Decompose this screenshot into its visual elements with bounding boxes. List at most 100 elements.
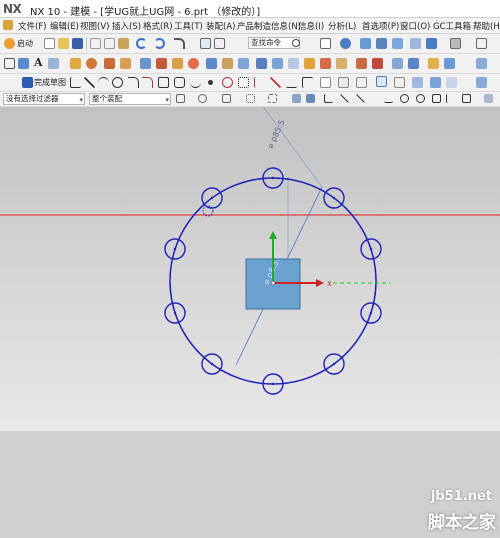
quick-trim-icon[interactable] <box>270 77 281 88</box>
auto-constrain-icon[interactable] <box>356 77 367 88</box>
datum-plane-icon[interactable] <box>48 58 59 69</box>
intersect-icon[interactable] <box>238 58 249 69</box>
orient-sketch-icon[interactable] <box>430 77 441 88</box>
paste-icon[interactable] <box>118 38 129 49</box>
circle-icon[interactable] <box>112 77 123 88</box>
edge-blend-icon[interactable] <box>256 58 267 69</box>
cut-icon[interactable] <box>90 38 101 49</box>
mirror-icon[interactable] <box>320 58 331 69</box>
search-icon[interactable] <box>292 39 300 47</box>
mirror-curve-icon[interactable] <box>254 77 265 88</box>
start-button[interactable]: 启动 <box>17 38 33 49</box>
fillet-icon[interactable] <box>128 77 139 88</box>
quadrant-point-icon[interactable] <box>416 94 425 103</box>
intersection-point-icon[interactable] <box>384 94 393 103</box>
orient-view-icon[interactable] <box>340 38 351 49</box>
menu-edit[interactable]: 编辑(E) <box>50 20 79 32</box>
end-point-icon[interactable] <box>324 94 333 103</box>
point-icon[interactable] <box>208 80 213 85</box>
offset-face-icon[interactable] <box>372 58 383 69</box>
edge-display-icon[interactable] <box>392 38 403 49</box>
select-all-icon[interactable] <box>176 94 185 103</box>
unite-icon[interactable] <box>206 58 217 69</box>
rectangle-icon[interactable] <box>158 77 169 88</box>
line-icon[interactable] <box>84 77 95 88</box>
move-face-icon[interactable] <box>408 58 419 69</box>
display-constraints-icon[interactable] <box>376 76 387 87</box>
text-tool-icon[interactable]: A <box>34 56 43 69</box>
reattach-icon[interactable] <box>446 77 457 88</box>
undo-icon[interactable] <box>136 38 147 49</box>
shaded-icon[interactable] <box>376 38 387 49</box>
measure-icon[interactable] <box>428 58 439 69</box>
menu-file[interactable]: 文件(F) <box>18 20 47 32</box>
new-file-icon[interactable] <box>44 38 55 49</box>
trim-body-icon[interactable] <box>288 58 299 69</box>
switch-window-icon[interactable] <box>214 38 225 49</box>
menu-format[interactable]: 格式(R) <box>143 20 173 32</box>
block-icon[interactable] <box>140 58 151 69</box>
redo-icon[interactable] <box>154 38 165 49</box>
menu-pmi[interactable]: 产品制造信息(N) <box>237 20 301 32</box>
selection-filter-dropdown[interactable]: 没有选择过滤器 ▾ <box>3 93 85 105</box>
fit-view-icon[interactable] <box>320 38 331 49</box>
profile-icon[interactable] <box>70 77 81 88</box>
arc-icon[interactable] <box>98 77 109 88</box>
polygon-icon[interactable] <box>174 77 185 88</box>
snap-options-icon[interactable] <box>484 94 493 103</box>
rectangle-select-icon[interactable] <box>268 94 277 103</box>
menu-preferences[interactable]: 首选项(P) <box>362 20 399 32</box>
layer-icon[interactable] <box>410 38 421 49</box>
existing-point-icon[interactable] <box>446 94 455 103</box>
cone-icon[interactable] <box>172 58 183 69</box>
extrude-icon[interactable] <box>70 58 81 69</box>
make-corner-icon[interactable] <box>302 77 313 88</box>
background-icon[interactable] <box>450 38 461 49</box>
selection-scope-dropdown[interactable]: 整个装配 ▾ <box>89 93 171 105</box>
point-on-curve-icon[interactable] <box>432 94 441 103</box>
save-icon[interactable] <box>72 38 83 49</box>
curve-command-icon[interactable] <box>174 38 185 49</box>
menu-tools[interactable]: 工具(T) <box>174 20 203 32</box>
menu-window[interactable]: 窗口(O) <box>400 20 430 32</box>
menu-info[interactable]: 信息(I) <box>298 20 324 32</box>
rapid-dimension-icon[interactable] <box>320 77 331 88</box>
draft-icon[interactable] <box>356 58 367 69</box>
chamfer-sketch-icon[interactable] <box>142 77 153 88</box>
sketch-view-icon[interactable] <box>412 77 423 88</box>
sync-modeling-icon[interactable] <box>392 58 403 69</box>
menu-analysis[interactable]: 分析(L) <box>328 20 356 32</box>
pattern-icon[interactable] <box>304 58 315 69</box>
arc-center-icon[interactable] <box>400 94 409 103</box>
mid-point-icon[interactable] <box>340 94 349 103</box>
control-point-icon[interactable] <box>356 94 365 103</box>
filter-icon[interactable] <box>222 94 231 103</box>
render-style-icon[interactable] <box>360 38 371 49</box>
open-folder-icon[interactable] <box>58 38 69 49</box>
copy-icon[interactable] <box>104 38 115 49</box>
finish-sketch-button[interactable]: 完成草图 <box>34 77 66 88</box>
menu-help[interactable]: 帮助(H) <box>473 20 500 32</box>
point-on-face-icon[interactable] <box>462 94 471 103</box>
boss-icon[interactable] <box>120 58 131 69</box>
chamfer-icon[interactable] <box>272 58 283 69</box>
menu-insert[interactable]: 插入(S) <box>112 20 141 32</box>
menu-view[interactable]: 视图(V) <box>80 20 109 32</box>
start-icon[interactable] <box>4 38 15 49</box>
hole-icon[interactable] <box>104 58 115 69</box>
snap-point-icon[interactable] <box>198 94 207 103</box>
sketch-rect-icon[interactable] <box>4 58 15 69</box>
cylinder-icon[interactable] <box>156 58 167 69</box>
window-icon[interactable] <box>200 38 211 49</box>
subtract-icon[interactable] <box>222 58 233 69</box>
lasso-select-icon[interactable] <box>246 94 255 103</box>
display-options-icon[interactable] <box>476 38 487 49</box>
app-menu-icon[interactable] <box>3 20 13 30</box>
graphics-window[interactable]: ⌀ p85:5 ⌀ p8:5.0 X jb51.net 脚本之家 <box>0 107 500 533</box>
pattern-curve-icon[interactable] <box>238 77 249 88</box>
convert-reference-icon[interactable] <box>394 77 405 88</box>
section-icon[interactable] <box>426 38 437 49</box>
shell-icon[interactable] <box>336 58 347 69</box>
menu-gc-toolbox[interactable]: GC工具箱 <box>433 20 471 32</box>
offset-curve-icon[interactable] <box>222 77 233 88</box>
